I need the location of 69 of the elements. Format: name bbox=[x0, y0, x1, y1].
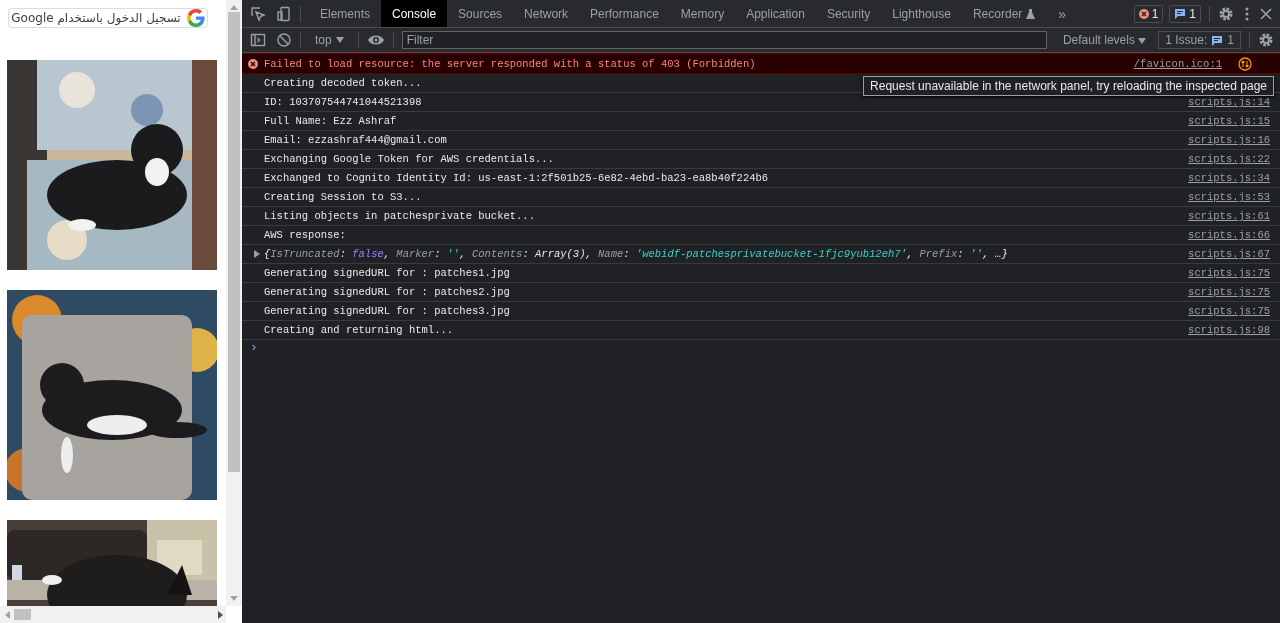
panel-tab[interactable]: Memory bbox=[669, 0, 736, 27]
source-link[interactable]: scripts.js:15 bbox=[1188, 115, 1270, 127]
log-levels-dropdown[interactable]: Default levels bbox=[1056, 32, 1153, 48]
panel-tab[interactable]: Lighthouse bbox=[881, 0, 962, 27]
inspect-icon[interactable] bbox=[250, 5, 266, 22]
eye-icon[interactable] bbox=[366, 34, 385, 46]
panel-tab[interactable]: Recorder bbox=[961, 0, 1047, 27]
source-link[interactable]: scripts.js:75 bbox=[1188, 305, 1270, 317]
panel-tab[interactable]: Security bbox=[815, 0, 882, 27]
caret-icon bbox=[1138, 38, 1147, 44]
issues-button[interactable]: 1 Issue: 1 bbox=[1158, 31, 1241, 49]
source-link[interactable]: scripts.js:75 bbox=[1188, 267, 1270, 279]
panel-tab[interactable]: Application bbox=[735, 0, 816, 27]
source-link[interactable]: scripts.js:67 bbox=[1188, 248, 1270, 260]
scrollbar-thumb[interactable] bbox=[228, 12, 240, 472]
error-message: Failed to load resource: the server responded with a status of 403 (Forbidden) bbox=[264, 57, 756, 70]
scroll-right-icon[interactable] bbox=[218, 610, 224, 619]
scrollbar-thumb[interactable] bbox=[14, 609, 31, 620]
more-tabs-button[interactable]: » bbox=[1052, 4, 1073, 23]
message-icon bbox=[1174, 8, 1187, 19]
sidebar-toggle-icon[interactable] bbox=[250, 32, 266, 48]
source-link[interactable]: scripts.js:16 bbox=[1188, 134, 1270, 146]
expand-triangle-icon[interactable] bbox=[254, 250, 260, 258]
log-message: AWS response: bbox=[264, 229, 346, 241]
log-message: Generating signedURL for : patches3.jpg bbox=[264, 305, 510, 317]
source-link[interactable]: scripts.js:22 bbox=[1188, 153, 1270, 165]
source-link[interactable]: scripts.js:34 bbox=[1188, 172, 1270, 184]
log-message: Creating and returning html... bbox=[264, 324, 454, 336]
error-icon bbox=[1138, 8, 1149, 19]
settings-icon[interactable] bbox=[1258, 32, 1274, 48]
clear-console-icon[interactable] bbox=[276, 32, 292, 48]
google-g-icon bbox=[186, 9, 205, 27]
log-message: Exchanged to Cognito Identity Id: us-east-1:2f501b25-6e82-4ebd-ba23-ea8b40f224b6 bbox=[264, 172, 769, 184]
filter-field[interactable]: Filter bbox=[401, 31, 1047, 49]
caret-icon bbox=[335, 37, 344, 43]
source-link[interactable]: /favicon.ico:1 bbox=[1133, 57, 1222, 70]
log-message: Generating signedURL for : patches1.jpg bbox=[264, 267, 510, 279]
settings-icon[interactable] bbox=[1218, 5, 1234, 22]
object-preview[interactable]: {IsTruncated: false, Marker: '', Contents: Array(3), Name: 'webidf-patchesprivatebucket-1fjc9yub12eh7', Prefix: '', …} bbox=[264, 248, 1008, 260]
console-prompt: › bbox=[250, 340, 258, 355]
panel-tab[interactable]: Elements bbox=[309, 0, 382, 27]
google-sign-in-button[interactable]: تسجيل الدخول باستخدام Google bbox=[8, 8, 208, 28]
log-message: Full Name: Ezz Ashraf bbox=[264, 115, 397, 127]
panel-tab[interactable]: Network bbox=[513, 0, 580, 27]
log-message: Creating decoded token... bbox=[264, 77, 422, 89]
log-message: Creating Session to S3... bbox=[264, 191, 422, 203]
source-link[interactable]: scripts.js:14 bbox=[1188, 96, 1270, 108]
log-message: ID: 103707544741044521398 bbox=[264, 96, 422, 108]
device-icon[interactable] bbox=[276, 5, 292, 22]
log-message: Email: ezzashraf444@gmail.com bbox=[264, 134, 447, 146]
log-message: Exchanging Google Token for AWS credentials... bbox=[264, 153, 554, 165]
error-icon bbox=[248, 58, 258, 69]
message-icon bbox=[1211, 34, 1224, 46]
error-count-button[interactable]: 1 bbox=[1133, 4, 1164, 23]
network-request-icon[interactable] bbox=[1238, 56, 1252, 71]
panel-tab[interactable]: Performance bbox=[579, 0, 670, 27]
source-link[interactable]: scripts.js:75 bbox=[1188, 286, 1270, 298]
source-link[interactable]: scripts.js:53 bbox=[1188, 191, 1270, 203]
source-link[interactable]: scripts.js:98 bbox=[1188, 324, 1270, 336]
source-link[interactable]: scripts.js:66 bbox=[1188, 229, 1270, 241]
tooltip: Request unavailable in the network panel, try reloading the inspected page bbox=[863, 76, 1274, 96]
panel-tab[interactable]: Console bbox=[381, 0, 448, 27]
close-icon[interactable] bbox=[1260, 7, 1272, 20]
log-message: Listing objects in patchesprivate bucket... bbox=[264, 210, 535, 222]
panel-tab[interactable]: Sources bbox=[447, 0, 514, 27]
source-link[interactable]: scripts.js:61 bbox=[1188, 210, 1270, 222]
context-selector[interactable]: top bbox=[309, 32, 350, 48]
log-message: Generating signedURL for : patches2.jpg bbox=[264, 286, 510, 298]
message-count-button[interactable]: 1 bbox=[1169, 4, 1201, 23]
